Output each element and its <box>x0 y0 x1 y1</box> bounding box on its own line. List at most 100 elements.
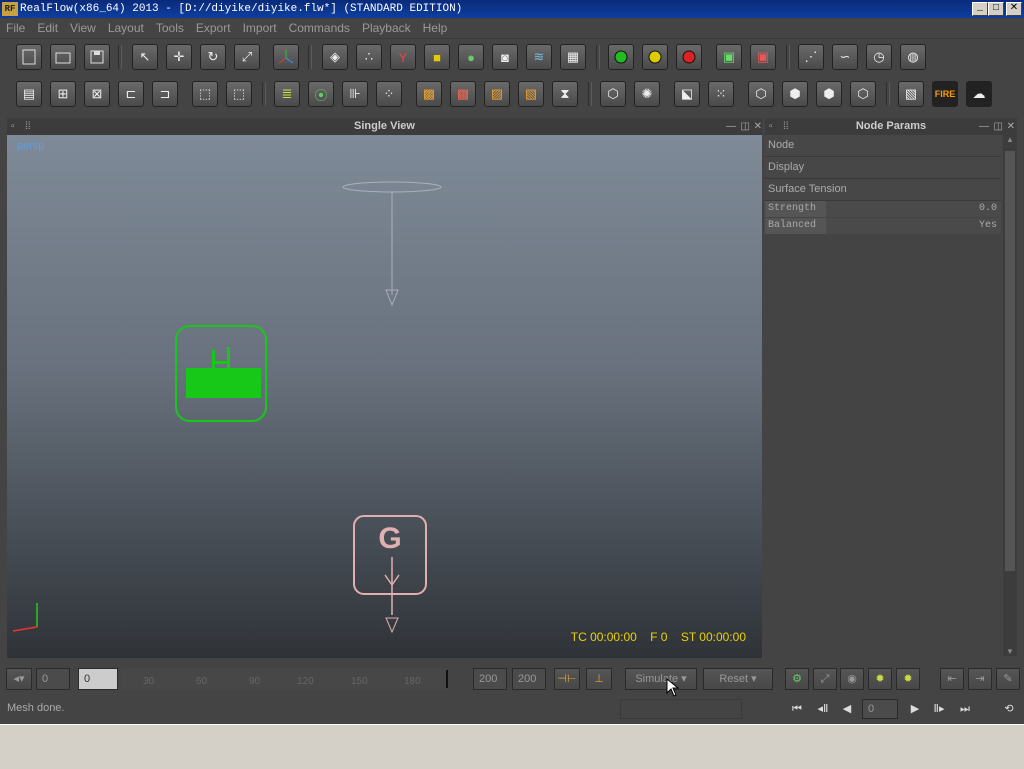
rotate-icon[interactable]: ↻ <box>200 44 226 70</box>
close-button[interactable]: ✕ <box>1006 2 1022 16</box>
simulate-node-icon[interactable]: ⋰ <box>798 44 824 70</box>
export-green-icon[interactable]: ▣ <box>716 44 742 70</box>
reset-button[interactable]: Reset ▾ <box>703 668 773 690</box>
fire-icon[interactable]: FIRE <box>932 81 958 107</box>
box-emitter-icon[interactable]: ⬚ <box>192 81 218 107</box>
fracture-3-icon[interactable]: ▨ <box>484 81 510 107</box>
menu-file[interactable]: File <box>0 18 31 38</box>
panel-minimize-icon[interactable]: — <box>726 118 736 135</box>
params-minimize-icon[interactable]: — <box>979 118 989 135</box>
scale-icon[interactable]: ⤢ <box>234 44 260 70</box>
move-icon[interactable]: ✛ <box>166 44 192 70</box>
param-strength-value[interactable]: 0.0 <box>826 201 1001 217</box>
params-float-icon[interactable]: ▫ <box>769 118 773 135</box>
scroll-thumb[interactable] <box>1005 151 1015 571</box>
box-dots-icon[interactable]: ⁙ <box>708 81 734 107</box>
simulate-button[interactable]: Simulate ▾ <box>625 668 697 690</box>
key-set-icon[interactable]: ⊥ <box>586 668 612 690</box>
panel-restore-icon[interactable]: ◫ <box>741 118 750 135</box>
red-record-icon[interactable] <box>676 44 702 70</box>
export-red-icon[interactable]: ▣ <box>750 44 776 70</box>
import-icon[interactable]: ⇤ <box>940 668 964 690</box>
loop-icon[interactable]: ⟲ <box>998 700 1020 718</box>
param-strength[interactable]: Strength 0.0 <box>765 201 1001 217</box>
menu-tools[interactable]: Tools <box>150 18 190 38</box>
emitter-ring[interactable] <box>342 181 442 307</box>
go-start-icon[interactable]: ⏮ <box>786 700 808 718</box>
timeline-options-icon[interactable]: ◂▾ <box>6 668 32 690</box>
param-balanced-value[interactable]: Yes <box>826 218 1001 234</box>
timeline-ruler[interactable]: 30 60 90 120 150 180 <box>121 668 448 690</box>
panel-close-icon[interactable]: ✕ <box>754 118 762 135</box>
menu-view[interactable]: View <box>64 18 102 38</box>
green-record-icon[interactable] <box>608 44 634 70</box>
fracture-1-icon[interactable]: ▩ <box>416 81 442 107</box>
select-arrow-icon[interactable]: ↖ <box>132 44 158 70</box>
scroll-up-icon[interactable]: ▲ <box>1003 135 1017 144</box>
unlink-node-icon[interactable]: ⊐ <box>152 81 178 107</box>
scroll-down-icon[interactable]: ▼ <box>1003 647 1017 656</box>
cube-b-icon[interactable]: ⬢ <box>782 81 808 107</box>
start-frame-field[interactable]: 0 <box>36 668 70 690</box>
cube-c-icon[interactable]: ⬢ <box>816 81 842 107</box>
hourglass-icon[interactable]: ⧗ <box>552 81 578 107</box>
params-close-icon[interactable]: ✕ <box>1007 118 1015 135</box>
params-scrollbar[interactable]: ▲ ▼ <box>1003 135 1017 656</box>
node-list-icon[interactable]: ▤ <box>16 81 42 107</box>
wrench-icon[interactable]: ✎ <box>996 668 1020 690</box>
axis-gizmo-icon[interactable] <box>273 44 299 70</box>
ruler-icon[interactable]: ⊪ <box>342 81 368 107</box>
eye-icon[interactable]: ◉ <box>840 668 864 690</box>
gear-yellow-icon[interactable]: ✹ <box>896 668 920 690</box>
params-grip-icon[interactable]: ⁞⁞ <box>783 118 789 135</box>
camera-icon[interactable]: ◙ <box>492 44 518 70</box>
playback-frame-field[interactable]: 0 <box>862 699 898 719</box>
daemon-icon[interactable]: Y <box>390 44 416 70</box>
spheres-icon[interactable]: ⁘ <box>376 81 402 107</box>
gear-green-icon[interactable]: ✹ <box>868 668 892 690</box>
batch-icon[interactable]: ∽ <box>832 44 858 70</box>
play-icon[interactable]: ▶ <box>904 700 926 718</box>
section-display[interactable]: Display <box>765 157 1001 179</box>
particles-icon[interactable]: ∴ <box>356 44 382 70</box>
menu-edit[interactable]: Edit <box>31 18 64 38</box>
menu-commands[interactable]: Commands <box>283 18 356 38</box>
mesh-icon[interactable]: ● <box>458 44 484 70</box>
cube-d-icon[interactable]: ⬡ <box>850 81 876 107</box>
maximize-button[interactable]: □ <box>988 2 1004 16</box>
resize-icon[interactable]: ⤢ <box>813 668 837 690</box>
remove-node-icon[interactable]: ⊠ <box>84 81 110 107</box>
smoke-icon[interactable]: ☁ <box>966 81 992 107</box>
link-node-icon[interactable]: ⊏ <box>118 81 144 107</box>
mesher-node-icon[interactable] <box>175 325 267 422</box>
viewport-3d[interactable]: persp G TC 00:00:00 F 0 ST 00:00:00 <box>7 135 762 658</box>
wave-icon[interactable]: ≋ <box>526 44 552 70</box>
film-icon[interactable]: ▧ <box>898 81 924 107</box>
save-file-icon[interactable] <box>84 44 110 70</box>
script-icon[interactable]: ≣ <box>274 81 300 107</box>
menu-playback[interactable]: Playback <box>356 18 417 38</box>
fracture-2-icon[interactable]: ▩ <box>450 81 476 107</box>
clock-icon[interactable]: ◷ <box>866 44 892 70</box>
fracture-4-icon[interactable]: ▧ <box>518 81 544 107</box>
end-frame-field-2[interactable]: 200 <box>512 668 546 690</box>
box-emitter-2-icon[interactable]: ⬚ <box>226 81 252 107</box>
open-file-icon[interactable] <box>50 44 76 70</box>
new-file-icon[interactable] <box>16 44 42 70</box>
minimize-button[interactable]: _ <box>972 2 988 16</box>
go-end-icon[interactable]: ⏭ <box>954 700 976 718</box>
grid-box-icon[interactable]: ▦ <box>560 44 586 70</box>
key-range-icon[interactable]: ⊣⊢ <box>554 668 580 690</box>
box-wire-icon[interactable]: ⬕ <box>674 81 700 107</box>
render-icon[interactable]: ◍ <box>900 44 926 70</box>
cube-a-icon[interactable]: ⬡ <box>748 81 774 107</box>
menu-help[interactable]: Help <box>417 18 454 38</box>
export-icon[interactable]: ⇥ <box>968 668 992 690</box>
sphere-wire-icon[interactable]: ⬡ <box>600 81 626 107</box>
step-back-icon[interactable]: ◂Ⅱ <box>812 700 834 718</box>
menu-layout[interactable]: Layout <box>102 18 150 38</box>
params-restore-icon[interactable]: ◫ <box>994 118 1003 135</box>
add-node-icon[interactable]: ⊞ <box>50 81 76 107</box>
panel-float-icon[interactable]: ▫ <box>11 118 15 135</box>
current-frame-field[interactable]: 0 <box>78 668 118 690</box>
